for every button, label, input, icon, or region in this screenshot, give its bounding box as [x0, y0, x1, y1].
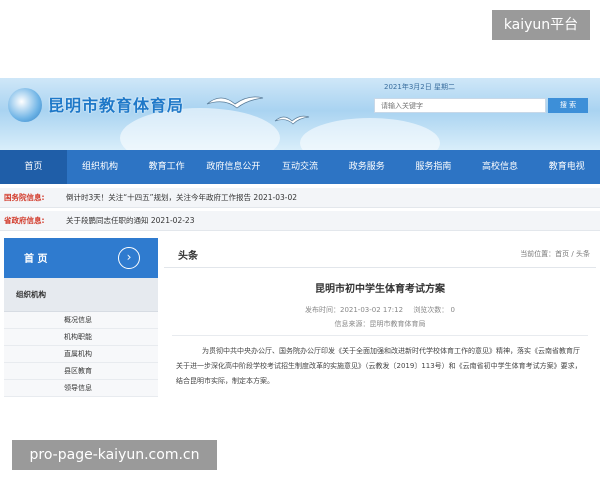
notice-bar-province: 省政府信息: 关于段鹏同志任职的通知 2021-02-23 [0, 211, 600, 231]
nav-item-home[interactable]: 首页 [0, 150, 67, 184]
nav-item-gov-services[interactable]: 政务服务 [333, 150, 400, 184]
sidebar-item-functions[interactable]: 机构职能 [4, 329, 158, 346]
section-title: 头条 [178, 251, 198, 262]
site-title[interactable]: 昆明市教育体育局 [48, 92, 184, 116]
sidebar-item-overview[interactable]: 概况信息 [4, 312, 158, 329]
article-title: 昆明市初中学生体育考试方案 [315, 284, 445, 295]
watermark-bottom: pro-page-kaiyun.com.cn [12, 440, 217, 470]
notice-link[interactable]: 关于段鹏同志任职的通知 2021-02-23 [66, 211, 194, 231]
search-button[interactable]: 搜 索 [548, 98, 588, 113]
sidebar-item-affiliated[interactable]: 直属机构 [4, 346, 158, 363]
nav-item-organization[interactable]: 组织机构 [67, 150, 134, 184]
site-logo-icon[interactable] [8, 88, 42, 122]
nav-item-interaction[interactable]: 互动交流 [267, 150, 334, 184]
bird-icon [206, 96, 264, 109]
article-body: 为贯彻中共中央办公厅、国务院办公厅印发《关于全面加强和改进新时代学校体育工作的意… [176, 347, 582, 385]
view-count: 浏览次数： 0 [413, 306, 455, 314]
nav-item-education-work[interactable]: 教育工作 [133, 150, 200, 184]
bird-icon [274, 115, 310, 125]
header-banner: 昆明市教育体育局 2021年3月2日 星期二 搜 索 [0, 78, 600, 150]
chevron-right-icon[interactable]: › [118, 247, 140, 269]
section-header: 头条 当前位置：首页 / 头条 [164, 238, 596, 268]
notice-bar-state-council: 国务院信息: 倒计时3天！关注“十四五”规划，关注今年政府工作报告 2021-0… [0, 188, 600, 208]
article-meta: 发布时间：2021-03-02 17:12 浏览次数： 0 [164, 305, 596, 315]
notice-label: 国务院信息: [4, 193, 45, 202]
main-nav: 首页 组织机构 教育工作 政府信息公开 互动交流 政务服务 服务指南 高校信息 … [0, 150, 600, 184]
nav-item-university-info[interactable]: 高校信息 [467, 150, 534, 184]
main-content: 头条 当前位置：首页 / 头条 昆明市初中学生体育考试方案 发布时间：2021-… [164, 238, 596, 402]
publish-time: 发布时间：2021-03-02 17:12 [304, 306, 404, 314]
page: kaiyun平台 昆明市教育体育局 2021年3月2日 星期二 搜 索 首页 组… [0, 0, 600, 480]
sidebar-item-leaders[interactable]: 领导信息 [4, 380, 158, 397]
sidebar: 首 页 › 组织机构 概况信息 机构职能 直属机构 县区教育 领导信息 [4, 238, 158, 402]
notice-link[interactable]: 倒计时3天！关注“十四五”规划，关注今年政府工作报告 2021-03-02 [66, 188, 297, 208]
breadcrumb[interactable]: 当前位置：首页 / 头条 [520, 249, 590, 259]
sidebar-item-county-education[interactable]: 县区教育 [4, 363, 158, 380]
nav-item-education-tv[interactable]: 教育电视 [533, 150, 600, 184]
search-input[interactable] [374, 98, 546, 113]
cloud-decoration [300, 118, 440, 150]
notice-label: 省政府信息: [4, 216, 45, 225]
article-source: 信息来源：昆明市教育体育局 [172, 319, 588, 336]
sidebar-group-organization[interactable]: 组织机构 [4, 278, 158, 312]
date-line: 2021年3月2日 星期二 [384, 83, 455, 91]
nav-item-service-guide[interactable]: 服务指南 [400, 150, 467, 184]
nav-item-gov-info[interactable]: 政府信息公开 [200, 150, 267, 184]
sidebar-home-header[interactable]: 首 页 › [4, 238, 158, 278]
watermark-top: kaiyun平台 [492, 10, 590, 40]
sidebar-home-label: 首 页 [24, 254, 48, 265]
